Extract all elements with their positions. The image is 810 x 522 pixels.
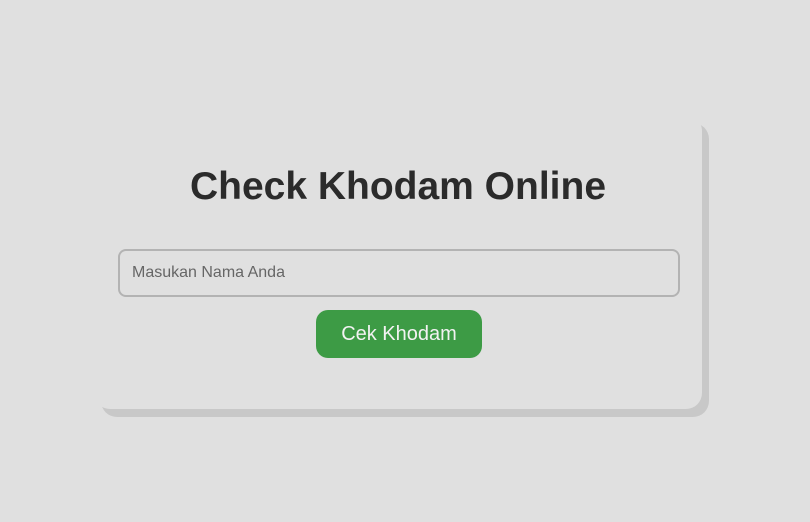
check-khodam-button[interactable]: Cek Khodam (316, 310, 482, 358)
khodam-card: Check Khodam Online Cek Khodam (94, 115, 702, 409)
page-title: Check Khodam Online (189, 165, 607, 208)
name-input[interactable] (118, 249, 680, 297)
